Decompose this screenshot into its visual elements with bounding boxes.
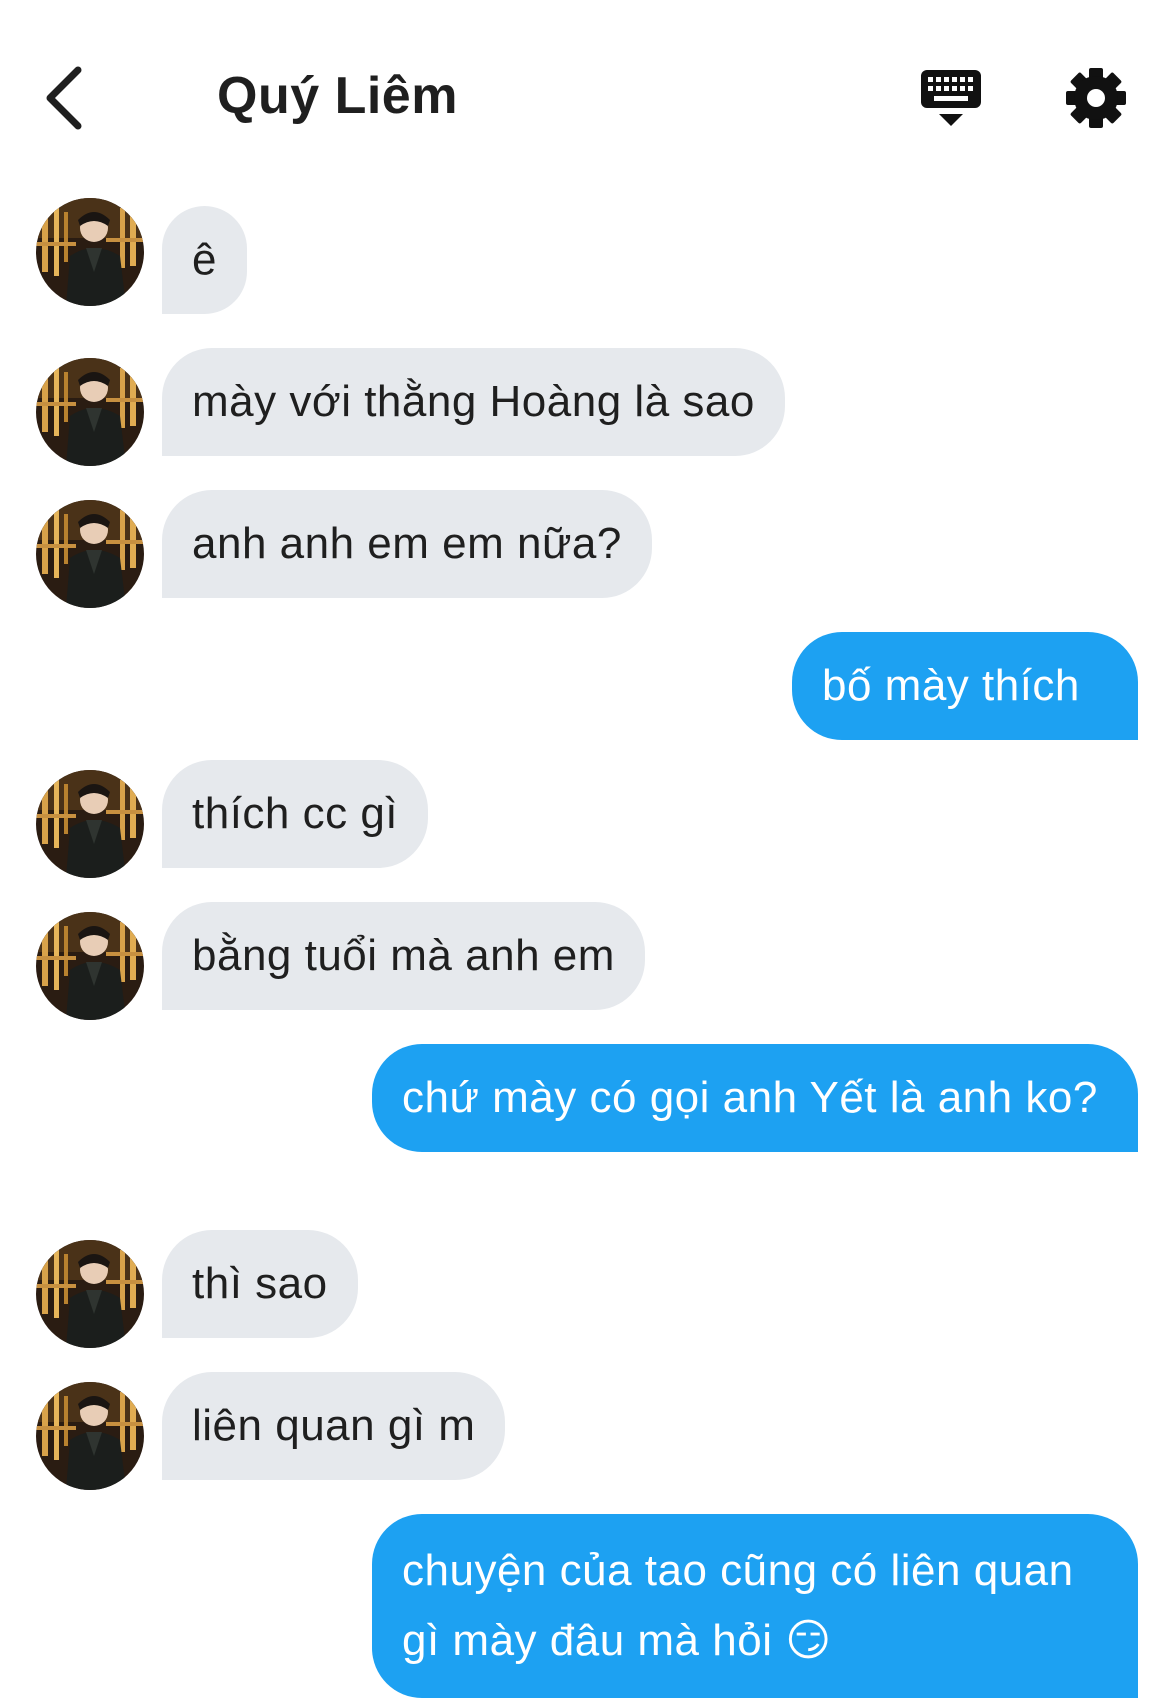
settings-button[interactable] bbox=[1064, 66, 1128, 130]
incoming-message[interactable]: anh anh em em nữa? bbox=[162, 490, 652, 598]
avatar[interactable] bbox=[36, 1382, 144, 1490]
chat-header: Quý Liêm bbox=[0, 0, 1170, 190]
conversation-title: Quý Liêm bbox=[217, 67, 458, 125]
incoming-message[interactable]: mày với thằng Hoàng là sao bbox=[162, 348, 785, 456]
avatar[interactable] bbox=[36, 912, 144, 1020]
incoming-message[interactable]: bằng tuổi mà anh em bbox=[162, 902, 645, 1010]
incoming-message[interactable]: ê bbox=[162, 206, 247, 314]
avatar[interactable] bbox=[36, 358, 144, 466]
avatar[interactable] bbox=[36, 1240, 144, 1348]
keyboard-icon bbox=[921, 70, 981, 126]
incoming-message[interactable]: thì sao bbox=[162, 1230, 358, 1338]
avatar[interactable] bbox=[36, 500, 144, 608]
gear-icon bbox=[1066, 68, 1126, 128]
avatar[interactable] bbox=[36, 198, 144, 306]
keyboard-button[interactable] bbox=[920, 68, 982, 132]
outgoing-message[interactable]: chứ mày có gọi anh Yết là anh ko? bbox=[372, 1044, 1138, 1152]
incoming-message[interactable]: thích cc gì bbox=[162, 760, 429, 868]
chevron-left-icon bbox=[46, 66, 82, 130]
incoming-message[interactable]: liên quan gì m bbox=[162, 1372, 506, 1480]
outgoing-message[interactable]: bố mày thích bbox=[792, 632, 1138, 740]
back-button[interactable] bbox=[38, 62, 98, 134]
avatar[interactable] bbox=[36, 770, 144, 878]
outgoing-message[interactable]: chuyện của tao cũng có liên quan gì mày … bbox=[372, 1514, 1138, 1698]
